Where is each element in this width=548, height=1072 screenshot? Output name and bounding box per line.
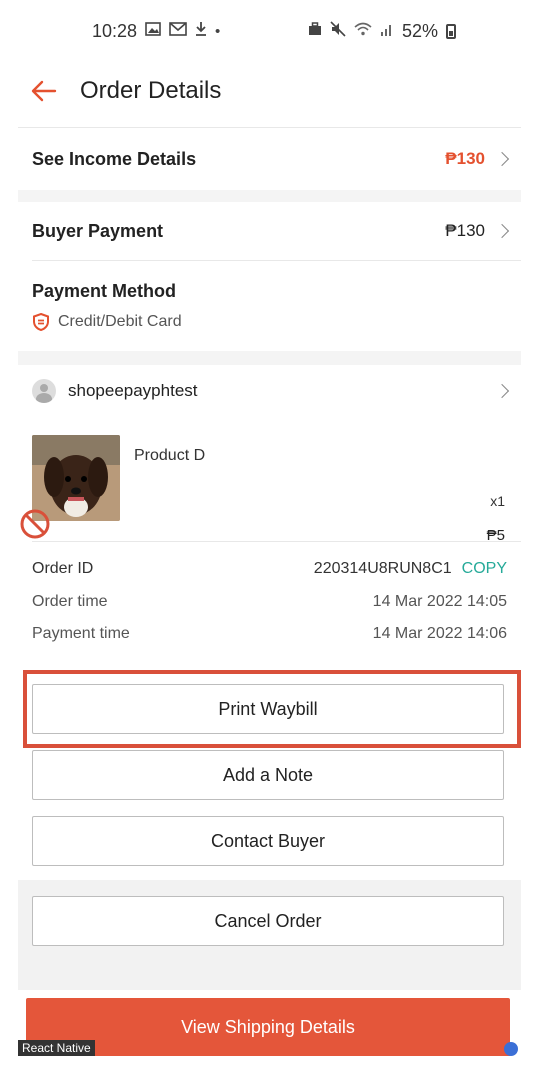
product-quantity: x1 [490,493,505,509]
mute-icon [330,21,346,41]
order-time-row: Order time 14 Mar 2022 14:05 [18,586,521,618]
avatar [32,379,56,403]
product-name: Product D [134,447,206,464]
buyer-payment-row[interactable]: Buyer Payment ₱130 [18,202,521,260]
payment-method-value-row: Credit/Debit Card [18,307,521,337]
income-amount: ₱130 [445,149,485,168]
chevron-right-icon [494,151,510,167]
contact-buyer-button[interactable]: Contact Buyer [32,816,504,866]
gallery-icon [145,22,161,40]
order-content: See Income Details ₱130 Buyer Payment ₱1… [18,120,521,650]
order-id-label: Order ID [32,560,94,577]
no-entry-icon [18,507,52,546]
income-label: See Income Details [32,148,197,169]
signal-icon [380,22,394,40]
view-shipping-details-button[interactable]: View Shipping Details [26,998,510,1056]
app-header: Order Details [0,62,548,120]
payment-time-row: Payment time 14 Mar 2022 14:06 [18,618,521,650]
product-price: ₱5 [486,527,505,544]
dot-icon: • [215,22,221,40]
section-gap [18,190,521,202]
section-gap [18,351,521,365]
add-note-button[interactable]: Add a Note [32,750,504,800]
chevron-right-icon [494,383,510,399]
income-right: ₱130 [445,149,510,169]
payment-method-value: Credit/Debit Card [58,313,182,330]
battery-icon [446,23,456,39]
back-arrow-icon[interactable] [14,62,74,120]
gmail-icon [169,22,187,40]
react-native-label: React Native [18,1040,95,1056]
product-item[interactable]: Product D x1 ₱5 [18,429,521,545]
income-details-row[interactable]: See Income Details ₱130 [18,128,521,190]
page-title: Order Details [80,77,222,104]
order-time-label: Order time [32,593,108,610]
payment-time-value: 14 Mar 2022 14:06 [372,625,507,642]
cancel-order-button[interactable]: Cancel Order [32,896,504,946]
buyer-right [494,383,510,399]
status-time: 10:28 [92,20,138,41]
buyer-row[interactable]: shopeepayphtest [18,365,521,417]
buyer-payment-right: ₱130 [445,221,510,241]
chevron-right-icon [494,223,510,239]
wifi-icon [354,22,372,40]
download-icon [195,21,207,41]
buyer-payment-amount: ₱130 [445,221,485,240]
order-time-value: 14 Mar 2022 14:05 [372,593,507,610]
shield-icon [32,312,50,332]
battery-percent: 52% [401,20,438,41]
payment-method-label: Payment Method [32,280,177,301]
order-id-row: Order ID 220314U8RUN8C1 COPY [18,552,521,586]
status-left: 10:28 • [92,21,220,42]
buyer-payment-label: Buyer Payment [32,220,164,241]
copy-button[interactable]: COPY [462,560,507,578]
print-waybill-button[interactable]: Print Waybill [32,684,504,734]
buyer-username: shopeepayphtest [68,381,198,400]
order-id-value: 220314U8RUN8C1 [313,560,452,577]
status-bar: 10:28 • 52% [0,0,548,62]
payment-time-label: Payment time [32,625,130,642]
info-icon[interactable] [504,1042,518,1056]
work-profile-icon [308,22,322,40]
status-right: 52% [308,21,456,42]
